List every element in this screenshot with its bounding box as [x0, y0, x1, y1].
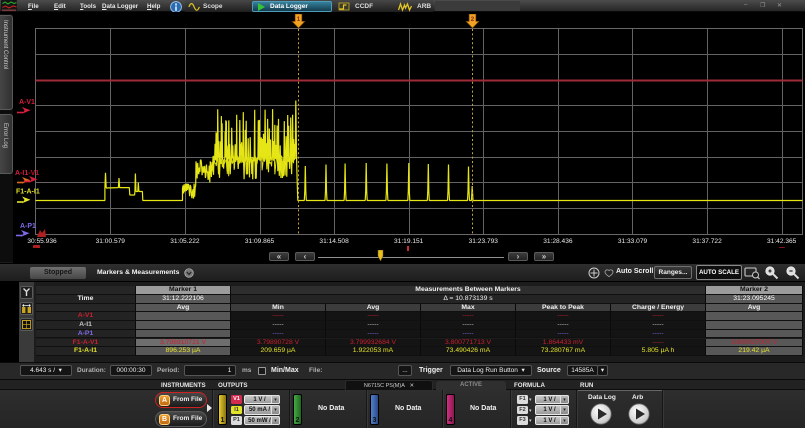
- svg-text:31:09.865: 31:09.865: [245, 238, 275, 245]
- svg-text:31:14.508: 31:14.508: [319, 238, 349, 245]
- svg-text:31:00.579: 31:00.579: [96, 238, 126, 245]
- svg-text:1: 1: [297, 16, 301, 23]
- svg-text:31:23.793: 31:23.793: [469, 238, 499, 245]
- svg-text:31:42.365: 31:42.365: [767, 238, 797, 245]
- svg-text:30:55.936: 30:55.936: [27, 238, 57, 245]
- svg-text:2: 2: [471, 16, 475, 23]
- svg-text:31:19.151: 31:19.151: [394, 238, 424, 245]
- svg-text:31:05.222: 31:05.222: [170, 238, 200, 245]
- svg-text:F1-A-I1: F1-A-I1: [16, 189, 40, 196]
- svg-text:31:28.436: 31:28.436: [543, 238, 573, 245]
- svg-text:A-P1: A-P1: [20, 223, 36, 230]
- svg-text:A-V1: A-V1: [19, 99, 35, 106]
- svg-text:31:33.079: 31:33.079: [618, 238, 648, 245]
- svg-text:31:37.722: 31:37.722: [692, 238, 722, 245]
- svg-text:A-I1-V1: A-I1-V1: [15, 170, 39, 177]
